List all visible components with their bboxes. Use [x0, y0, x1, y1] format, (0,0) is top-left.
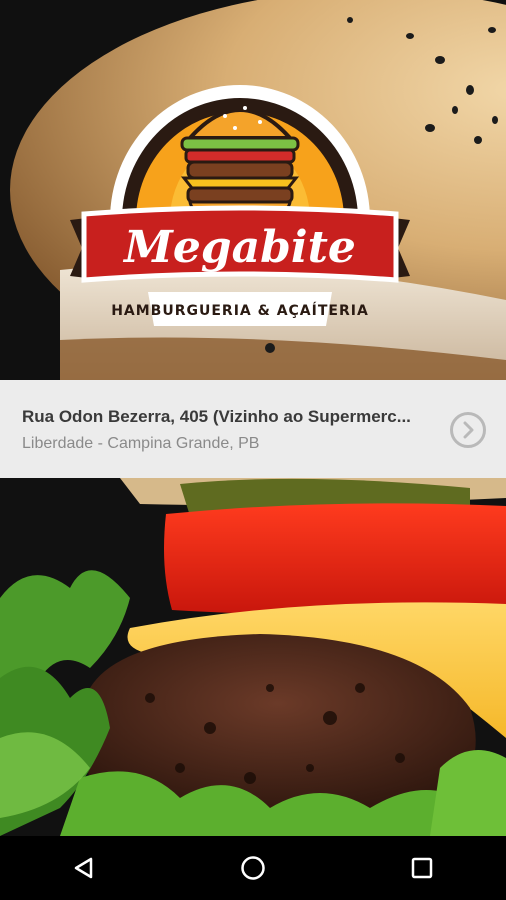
- recents-square-icon[interactable]: [392, 838, 452, 898]
- logo-wordmark: Megabite: [122, 222, 356, 273]
- back-triangle-icon[interactable]: [54, 838, 114, 898]
- burger-closeup-photo: [0, 478, 506, 836]
- home-circle-icon[interactable]: [223, 838, 283, 898]
- megabite-logo: Megabite HAMBURGUERIA & AÇAÍTERIA: [60, 40, 420, 340]
- address-text: Rua Odon Bezerra, 405 (Vizinho ao Superm…: [22, 407, 411, 426]
- logo-tagline: HAMBURGUERIA & AÇAÍTERIA: [111, 302, 369, 319]
- district-text: Liberdade - Campina Grande, PB: [22, 435, 260, 452]
- location-card[interactable]: Rua Odon Bezerra, 405 (Vizinho ao Superm…: [0, 380, 506, 478]
- chevron-right-circle-icon[interactable]: [450, 412, 486, 448]
- hero-image-top: Megabite HAMBURGUERIA & AÇAÍTERIA: [0, 0, 506, 380]
- system-nav-bar: [0, 836, 506, 900]
- hero-image-bottom: [0, 478, 506, 836]
